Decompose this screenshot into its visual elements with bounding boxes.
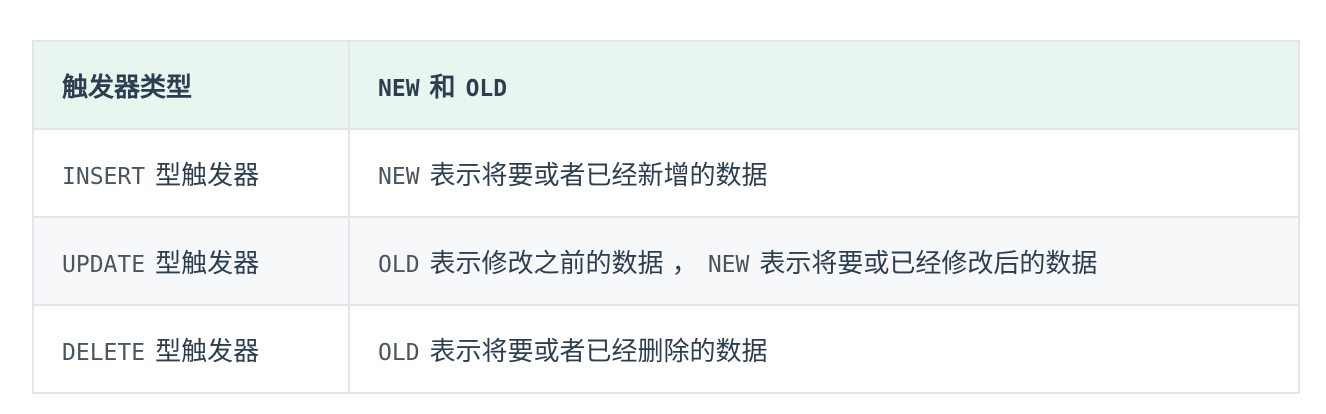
desc-text-secondary: 表示将要或已经修改后的数据 bbox=[759, 248, 1098, 279]
trigger-type-text: 型触发器 bbox=[155, 336, 260, 367]
trigger-table: 触发器类型 NEW 和 OLD INSERT 型触发器 NEW 表示将要或者已经新增的数… bbox=[32, 40, 1300, 394]
cell-trigger-type: UPDATE 型触发器 bbox=[32, 216, 350, 306]
cell-description: NEW 表示将要或者已经新增的数据 bbox=[348, 128, 1300, 218]
table-header-row: 触发器类型 NEW 和 OLD bbox=[32, 40, 1300, 130]
trigger-type-code: INSERT bbox=[62, 163, 146, 190]
cell-description: OLD 表示修改之前的数据 ， NEW 表示将要或已经修改后的数据 bbox=[348, 216, 1300, 306]
header-trigger-type-label: 触发器类型 bbox=[62, 72, 193, 103]
trigger-table-container: 触发器类型 NEW 和 OLD INSERT 型触发器 NEW 表示将要或者已经新增的数… bbox=[32, 40, 1300, 394]
header-code-old: OLD bbox=[465, 75, 508, 102]
trigger-type-code: UPDATE bbox=[62, 251, 146, 278]
table-row: UPDATE 型触发器 OLD 表示修改之前的数据 ， NEW 表示将要或已经修改后的数… bbox=[32, 216, 1300, 306]
header-code-new: NEW bbox=[378, 75, 420, 102]
desc-text: 表示将要或者已经删除的数据 bbox=[429, 336, 768, 367]
table-row: DELETE 型触发器 OLD 表示将要或者已经删除的数据 bbox=[32, 304, 1300, 394]
cell-trigger-type: INSERT 型触发器 bbox=[32, 128, 350, 218]
header-new-and-old: NEW 和 OLD bbox=[348, 40, 1300, 130]
desc-code-secondary: NEW bbox=[707, 251, 750, 278]
trigger-type-text: 型触发器 bbox=[155, 248, 260, 279]
header-trigger-type: 触发器类型 bbox=[32, 40, 350, 130]
trigger-type-text: 型触发器 bbox=[155, 160, 260, 191]
desc-text: 表示将要或者已经新增的数据 bbox=[429, 160, 768, 191]
trigger-type-code: DELETE bbox=[62, 339, 146, 366]
desc-code: OLD bbox=[378, 251, 420, 278]
cell-description: OLD 表示将要或者已经删除的数据 bbox=[348, 304, 1300, 394]
table-row: INSERT 型触发器 NEW 表示将要或者已经新增的数据 bbox=[32, 128, 1300, 218]
header-and-text: 和 bbox=[429, 72, 456, 103]
desc-code: NEW bbox=[378, 163, 420, 190]
cell-trigger-type: DELETE 型触发器 bbox=[32, 304, 350, 394]
desc-text: 表示修改之前的数据 ， bbox=[429, 248, 698, 279]
desc-code: OLD bbox=[378, 339, 420, 366]
